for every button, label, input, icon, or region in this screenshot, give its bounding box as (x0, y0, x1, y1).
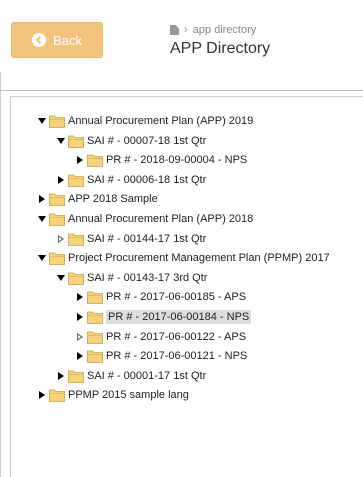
tree-node-label: PPMP 2015 sample lang (68, 389, 189, 401)
tree-node[interactable]: SAI # - 00007-18 1st Qtr (56, 132, 206, 150)
tree-node-label: SAI # - 00143-17 3rd Qtr (87, 272, 208, 284)
folder-icon (49, 115, 65, 128)
arrow-left-circle-icon (32, 33, 47, 47)
tree-node-label: PR # - 2017-06-00121 - NPS (106, 350, 248, 362)
folder-icon (87, 331, 103, 344)
folder-icon (87, 154, 103, 167)
folder-icon (68, 272, 84, 285)
caret-right-icon[interactable] (37, 194, 47, 204)
caret-right-icon[interactable] (56, 175, 66, 185)
file-icon (170, 25, 179, 35)
folder-icon (87, 350, 103, 363)
tree-node[interactable]: SAI # - 00001-17 1st Qtr (56, 367, 206, 385)
folder-icon (68, 370, 84, 383)
tree-node-label: SAI # - 00001-17 1st Qtr (87, 370, 207, 382)
header-divider (0, 90, 363, 91)
tree-node[interactable]: PR # - 2018-09-00004 - NPS (75, 151, 247, 169)
folder-icon (49, 193, 65, 206)
breadcrumb-separator-icon: › (184, 24, 188, 36)
caret-right-icon[interactable] (37, 390, 47, 400)
tree-node-label: Annual Procurement Plan (APP) 2018 (68, 213, 254, 225)
tree-node-label: APP 2018 Sample (68, 193, 158, 205)
back-button[interactable]: Back (11, 22, 103, 58)
back-button-label: Back (53, 32, 82, 48)
tree-node[interactable]: SAI # - 00144-17 1st Qtr (56, 230, 206, 248)
tree-node[interactable]: SAI # - 00143-17 3rd Qtr (56, 269, 207, 287)
tree-node-label: SAI # - 00006-18 1st Qtr (87, 174, 207, 186)
tree-node[interactable]: PR # - 2017-06-00122 - APS (75, 328, 246, 346)
tree-node-label: PR # - 2017-06-00185 - APS (106, 291, 247, 303)
page-title: APP Directory (170, 40, 271, 57)
caret-down-icon[interactable] (56, 136, 66, 146)
caret-right-icon[interactable] (75, 351, 85, 361)
tree-node[interactable]: PR # - 2017-06-00184 - NPS (75, 308, 252, 326)
caret-down-icon[interactable] (37, 116, 47, 126)
tree-node-label: SAI # - 00007-18 1st Qtr (87, 135, 207, 147)
tree-node[interactable]: Annual Procurement Plan (APP) 2019 (37, 112, 253, 130)
page-header: Back › app directory APP Directory (0, 0, 363, 72)
tree-node[interactable]: Project Procurement Management Plan (PPM… (37, 249, 330, 267)
caret-right-outline-icon[interactable] (56, 234, 66, 244)
tree-node[interactable]: APP 2018 Sample (37, 190, 158, 208)
folder-icon (49, 252, 65, 265)
folder-icon (87, 311, 103, 324)
tree-node-label: SAI # - 00144-17 1st Qtr (87, 233, 207, 245)
tree-node[interactable]: SAI # - 00006-18 1st Qtr (56, 171, 206, 189)
tree-node[interactable]: Annual Procurement Plan (APP) 2018 (37, 210, 253, 228)
caret-down-icon[interactable] (56, 273, 66, 283)
caret-down-icon[interactable] (37, 214, 47, 224)
tree-node-label: PR # - 2017-06-00122 - APS (106, 331, 247, 343)
caret-right-icon[interactable] (75, 155, 85, 165)
folder-icon (49, 213, 65, 226)
folder-icon (68, 135, 84, 148)
folder-icon (87, 291, 103, 304)
breadcrumb: › app directory (170, 24, 256, 36)
caret-right-icon[interactable] (75, 312, 85, 322)
caret-right-icon[interactable] (75, 292, 85, 302)
tree-node[interactable]: PR # - 2017-06-00185 - APS (75, 288, 246, 306)
tree-node-label: PR # - 2018-09-00004 - NPS (106, 154, 248, 166)
folder-icon (68, 233, 84, 246)
tree-node-label: PR # - 2017-06-00184 - NPS (106, 310, 252, 324)
folder-icon (49, 389, 65, 402)
breadcrumb-current: app directory (192, 24, 257, 36)
tree-node[interactable]: PPMP 2015 sample lang (37, 386, 189, 404)
tree-node[interactable]: PR # - 2017-06-00121 - NPS (75, 347, 247, 365)
tree-node-label: Project Procurement Management Plan (PPM… (68, 252, 330, 264)
caret-right-icon[interactable] (56, 371, 66, 381)
folder-icon (68, 174, 84, 187)
caret-right-outline-icon[interactable] (75, 332, 85, 342)
tree-node-label: Annual Procurement Plan (APP) 2019 (68, 115, 254, 127)
caret-down-icon[interactable] (37, 253, 47, 263)
